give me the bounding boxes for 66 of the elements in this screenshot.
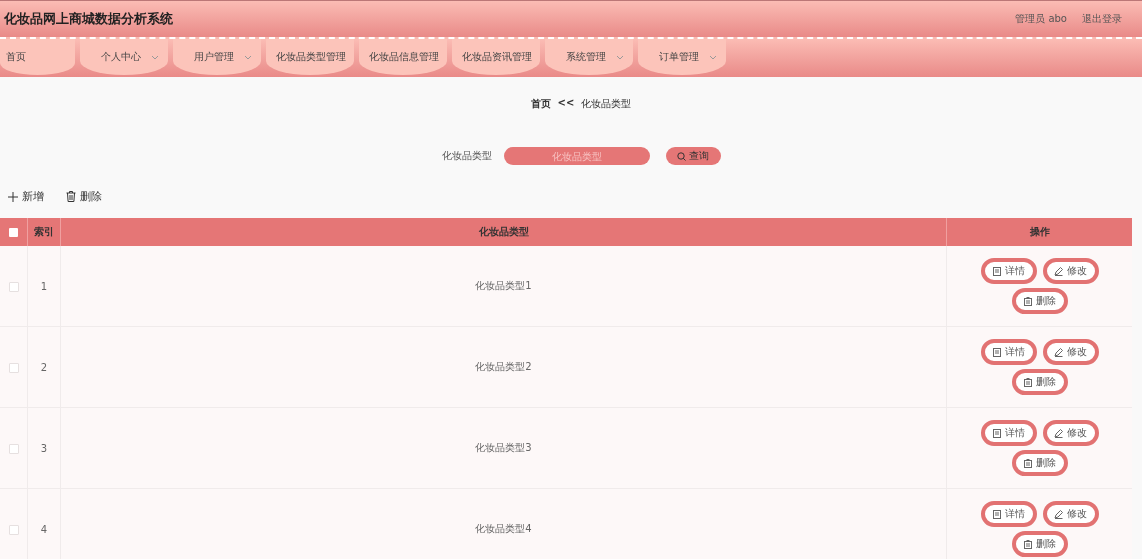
trash-icon xyxy=(66,191,76,202)
pencil-icon xyxy=(1054,266,1063,276)
detail-button[interactable]: 详情 xyxy=(980,258,1037,284)
trash-icon xyxy=(1023,296,1032,306)
nav-tab[interactable]: 个人中心 xyxy=(80,39,168,75)
breadcrumb-separator: << xyxy=(557,97,575,110)
type-cell: 化妆品类型3 xyxy=(475,442,532,453)
search-label: 化妆品类型 xyxy=(441,149,492,163)
column-header: 操作 xyxy=(946,218,1132,246)
nav-tab[interactable]: 用户管理 xyxy=(173,39,261,75)
column-header: 化妆品类型 xyxy=(60,218,947,246)
detail-button[interactable]: 详情 xyxy=(980,420,1037,446)
type-cell: 化妆品类型1 xyxy=(475,280,532,291)
delete-button[interactable]: 删除 xyxy=(66,189,102,204)
pencil-icon xyxy=(1054,428,1063,438)
edit-button[interactable]: 修改 xyxy=(1042,501,1099,527)
pencil-icon xyxy=(1054,509,1063,519)
nav-tab[interactable]: 化妆品类型管理 xyxy=(266,39,354,75)
document-icon xyxy=(992,428,1001,438)
plus-icon xyxy=(8,191,18,202)
index-cell: 3 xyxy=(40,442,48,454)
logout-link[interactable]: 退出登录 xyxy=(1082,12,1122,26)
delete-row-button[interactable]: 删除 xyxy=(1011,369,1068,395)
search-field[interactable]: 化妆品类型 xyxy=(503,147,650,165)
edit-button[interactable]: 修改 xyxy=(1042,420,1099,446)
add-button[interactable]: 新增 xyxy=(8,189,44,204)
search-icon xyxy=(677,151,686,161)
app-title: 化妆品网上商城数据分析系统 xyxy=(4,10,173,28)
document-icon xyxy=(992,347,1001,357)
trash-icon xyxy=(1023,539,1032,549)
row-checkbox[interactable] xyxy=(8,281,19,292)
index-cell: 4 xyxy=(40,523,48,535)
type-cell: 化妆品类型2 xyxy=(475,361,532,372)
search-button[interactable]: 查询 xyxy=(665,147,721,165)
admin-label: 管理员 abo xyxy=(1015,12,1067,26)
caret-icon xyxy=(244,54,252,60)
caret-icon xyxy=(616,54,624,60)
select-all-checkbox[interactable] xyxy=(9,228,18,237)
column-header: 索引 xyxy=(27,218,61,246)
breadcrumb-current: 化妆品类型 xyxy=(581,97,632,111)
trash-icon xyxy=(1023,377,1032,387)
nav-tab[interactable]: 订单管理 xyxy=(638,39,726,75)
edit-button[interactable]: 修改 xyxy=(1042,258,1099,284)
edit-button[interactable]: 修改 xyxy=(1042,339,1099,365)
document-icon xyxy=(992,266,1001,276)
trash-icon xyxy=(1023,458,1032,468)
pencil-icon xyxy=(1054,347,1063,357)
type-cell: 化妆品类型4 xyxy=(475,523,532,534)
index-cell: 2 xyxy=(40,361,48,373)
nav-tab[interactable]: 化妆品资讯管理 xyxy=(452,39,540,75)
nav-tab[interactable]: 化妆品信息管理 xyxy=(359,39,447,75)
index-cell: 1 xyxy=(40,280,48,292)
detail-button[interactable]: 详情 xyxy=(980,339,1037,365)
row-checkbox[interactable] xyxy=(8,362,19,373)
caret-icon xyxy=(709,54,717,60)
caret-icon xyxy=(151,54,159,60)
nav-tab[interactable]: 系统管理 xyxy=(545,39,633,75)
delete-row-button[interactable]: 删除 xyxy=(1011,531,1068,557)
row-checkbox[interactable] xyxy=(8,524,19,535)
delete-row-button[interactable]: 删除 xyxy=(1011,450,1068,476)
row-checkbox[interactable] xyxy=(8,443,19,454)
detail-button[interactable]: 详情 xyxy=(980,501,1037,527)
nav-tab[interactable]: 首页 xyxy=(0,39,75,75)
document-icon xyxy=(992,509,1001,519)
delete-row-button[interactable]: 删除 xyxy=(1011,288,1068,314)
breadcrumb-home[interactable]: 首页 xyxy=(530,97,551,111)
